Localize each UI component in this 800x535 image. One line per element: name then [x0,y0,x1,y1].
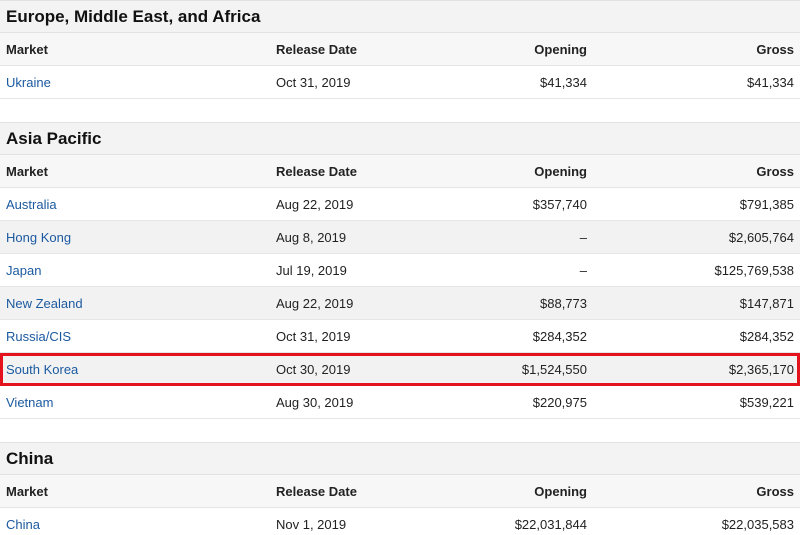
opening-cell: $284,352 [532,328,587,344]
market-link[interactable]: China [0,517,270,532]
table-row: Japan Jul 19, 2019 – $125,769,538 [0,254,800,287]
gross-cell: $147,871 [739,295,794,311]
column-header-row: Market Release Date Opening Gross [0,33,800,66]
column-header-gross[interactable]: Gross [587,484,800,499]
release-table-page: Europe, Middle East, and Africa Market Rel… [0,0,800,535]
table-row: Vietnam Aug 30, 2019 $220,975 $539,221 [0,386,800,419]
release-date-cell: Aug 8, 2019 [276,229,347,245]
region-section: China Market Release Date Opening Gross China… [0,442,800,535]
opening-cell: $1,524,550 [521,361,587,377]
column-header-opening[interactable]: Opening [470,42,587,57]
column-header-row: Market Release Date Opening Gross [0,155,800,188]
gross-cell: $539,221 [739,394,794,410]
table-row: New Zealand Aug 22, 2019 $88,773 $147,871 [0,287,800,320]
opening-cell: $88,773 [540,295,587,311]
release-date-cell: Aug 22, 2019 [276,295,354,311]
market-link[interactable]: Ukraine [0,75,270,90]
region-section: Europe, Middle East, and Africa Market Rel… [0,0,800,99]
gross-cell: $791,385 [739,196,794,212]
gross-cell: $125,769,538 [714,262,794,278]
table-row: South Korea Oct 30, 2019 $1,524,550 $2,365,… [0,353,800,386]
gross-cell: $2,365,170 [728,361,794,377]
column-header-opening[interactable]: Opening [470,484,587,499]
opening-cell: – [579,229,587,245]
opening-cell: $357,740 [532,196,587,212]
table-row: Ukraine Oct 31, 2019 $41,334 $41,334 [0,66,800,99]
market-link[interactable]: Japan [0,263,270,278]
column-header-release-date[interactable]: Release Date [270,164,470,179]
section-spacer [0,99,800,122]
column-header-market[interactable]: Market [0,164,270,179]
opening-cell: – [579,262,587,278]
opening-cell: $41,334 [540,74,587,90]
region-section: Asia Pacific Market Release Date Opening Gro… [0,122,800,419]
release-date-cell: Oct 31, 2019 [276,74,351,90]
table-row: Hong Kong Aug 8, 2019 – $2,605,764 [0,221,800,254]
market-link[interactable]: Hong Kong [0,230,270,245]
gross-cell: $284,352 [739,328,794,344]
column-header-row: Market Release Date Opening Gross [0,475,800,508]
column-header-release-date[interactable]: Release Date [270,484,470,499]
market-link[interactable]: Russia/CIS [0,329,270,344]
gross-cell: $22,035,583 [721,516,794,532]
opening-cell: $220,975 [532,394,587,410]
column-header-gross[interactable]: Gross [587,164,800,179]
release-date-cell: Nov 1, 2019 [276,516,347,532]
column-header-gross[interactable]: Gross [587,42,800,57]
column-header-market[interactable]: Market [0,42,270,57]
column-header-market[interactable]: Market [0,484,270,499]
section-title: China [0,442,800,475]
market-link[interactable]: New Zealand [0,296,270,311]
market-link[interactable]: Australia [0,197,270,212]
table-row: China Nov 1, 2019 $22,031,844 $22,035,583 [0,508,800,535]
section-spacer [0,419,800,442]
release-date-cell: Oct 31, 2019 [276,328,351,344]
release-date-cell: Aug 30, 2019 [276,394,354,410]
release-date-cell: Oct 30, 2019 [276,361,351,377]
gross-cell: $2,605,764 [728,229,794,245]
column-header-release-date[interactable]: Release Date [270,42,470,57]
market-link[interactable]: South Korea [0,362,270,377]
column-header-opening[interactable]: Opening [470,164,587,179]
section-title: Asia Pacific [0,122,800,155]
release-date-cell: Aug 22, 2019 [276,196,354,212]
table-row: Russia/CIS Oct 31, 2019 $284,352 $284,352 [0,320,800,353]
release-date-cell: Jul 19, 2019 [276,262,347,278]
opening-cell: $22,031,844 [514,516,587,532]
section-title: Europe, Middle East, and Africa [0,0,800,33]
table-row: Australia Aug 22, 2019 $357,740 $791,385 [0,188,800,221]
market-link[interactable]: Vietnam [0,395,270,410]
gross-cell: $41,334 [747,74,794,90]
